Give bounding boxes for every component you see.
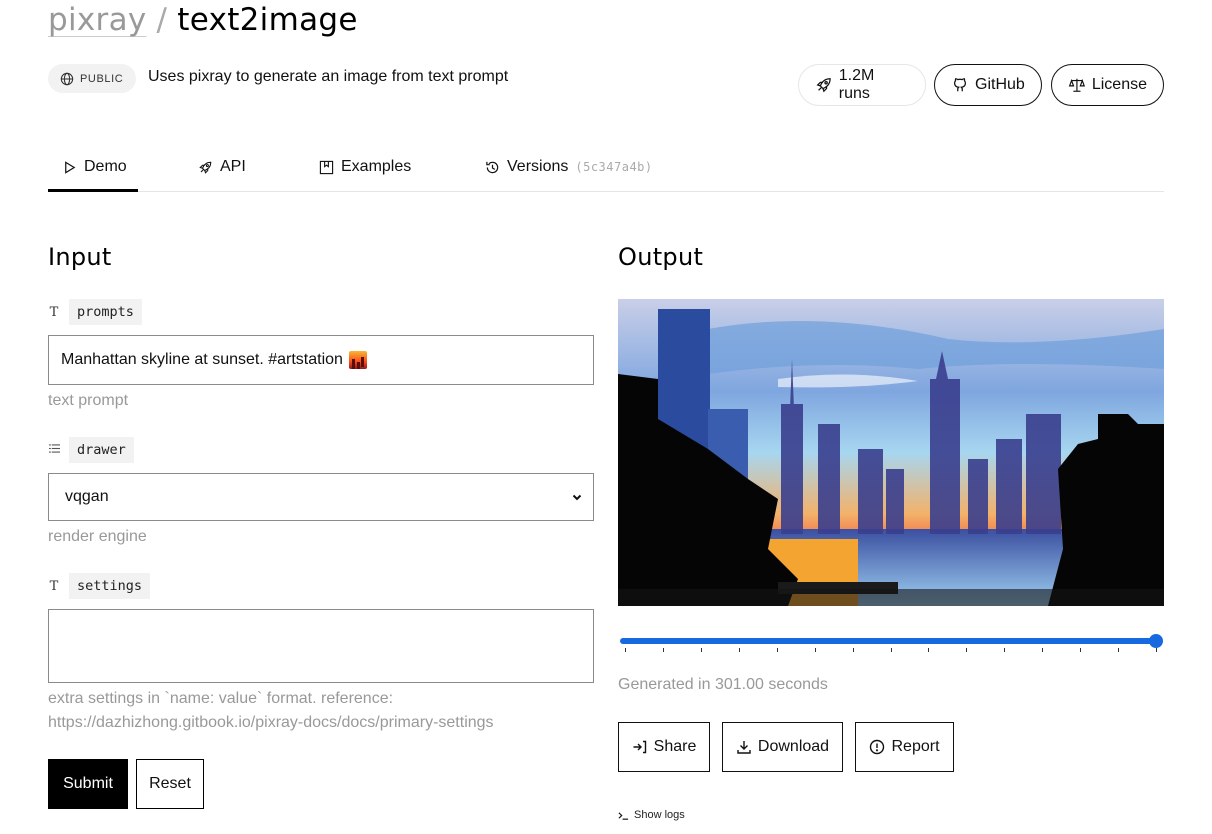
slider-tick — [662, 648, 664, 652]
prompts-name: prompts — [69, 299, 142, 325]
page: pixray / text2image PUBLIC Uses pixray to … — [0, 0, 1212, 834]
tab-examples[interactable]: Examples — [319, 156, 411, 178]
download-icon — [737, 741, 751, 754]
history-icon — [486, 161, 499, 173]
progress-slider[interactable] — [618, 634, 1164, 658]
report-button[interactable]: Report — [855, 722, 954, 772]
github-button[interactable]: GitHub — [934, 64, 1042, 106]
tab-demo[interactable]: Demo — [62, 156, 127, 178]
submit-button[interactable]: Submit — [48, 759, 128, 809]
alert-circle-icon — [870, 739, 885, 755]
github-icon — [953, 78, 967, 92]
runs-label: 1.2M runs — [838, 67, 875, 102]
text-type-icon: T — [49, 578, 59, 594]
active-tab-indicator — [48, 189, 138, 192]
globe-icon — [60, 72, 74, 85]
slider-tick — [700, 648, 702, 652]
owner-link[interactable]: pixray — [48, 2, 147, 38]
play-icon — [65, 160, 76, 174]
output-heading: Output — [618, 243, 704, 271]
city-sunset-emoji — [348, 351, 367, 369]
slider-tick — [966, 648, 968, 652]
drawer-hint: render engine — [48, 528, 147, 545]
slider-tick — [1004, 648, 1006, 652]
report-label: Report — [891, 738, 940, 755]
bookmark-icon — [319, 160, 334, 174]
tab-versions-label: Versions — [507, 158, 569, 175]
github-label: GitHub — [975, 76, 1025, 93]
tab-api[interactable]: API — [198, 156, 246, 178]
slider-tick — [1156, 648, 1157, 652]
slider-tick — [814, 648, 816, 652]
settings-hint: extra settings in `name: value` format. … — [48, 687, 494, 735]
tab-demo-label: Demo — [84, 158, 127, 175]
show-logs-label: Show logs — [634, 809, 685, 821]
model-name: text2image — [177, 2, 358, 38]
prompts-label: T prompts — [48, 299, 142, 325]
terminal-icon — [618, 811, 629, 820]
tab-examples-label: Examples — [341, 158, 412, 175]
list-icon — [48, 443, 60, 458]
slider-tick — [1118, 648, 1120, 652]
slider-tick — [1080, 648, 1082, 652]
share-button[interactable]: Share — [618, 722, 710, 772]
drawer-name: drawer — [69, 437, 134, 463]
show-logs-toggle[interactable]: Show logs — [618, 809, 685, 821]
settings-hint-line1: extra settings in `name: value` format. … — [48, 690, 394, 707]
runs-count-button[interactable]: 1.2M runs — [798, 64, 926, 106]
slider-tick — [738, 648, 740, 652]
slider-track — [620, 638, 1156, 644]
drawer-select[interactable]: vqgan — [48, 473, 594, 521]
license-button[interactable]: License — [1051, 64, 1164, 106]
drawer-selected-value: vqgan — [65, 488, 109, 505]
generation-time: Generated in 301.00 seconds — [618, 676, 828, 693]
license-label: License — [1091, 76, 1147, 93]
share-icon — [633, 740, 646, 754]
settings-hint-link[interactable]: https://dazhizhong.gitbook.io/pixray-doc… — [48, 711, 494, 735]
text-type-icon: T — [49, 304, 59, 320]
slider-tick — [776, 648, 778, 652]
title-separator: / — [156, 2, 168, 38]
download-button[interactable]: Download — [722, 722, 843, 772]
tab-api-label: API — [220, 158, 246, 175]
slider-tick — [625, 648, 626, 652]
share-label: Share — [653, 738, 697, 755]
slider-tick — [852, 648, 854, 652]
drawer-label: drawer — [48, 437, 134, 463]
scale-icon — [1068, 78, 1086, 92]
visibility-badge: PUBLIC — [48, 64, 137, 93]
slider-tick — [928, 648, 930, 652]
visibility-label: PUBLIC — [80, 72, 124, 85]
slider-thumb[interactable] — [1149, 634, 1163, 648]
tab-bar: Demo API Examples Versions (5c347a4b) — [48, 146, 1164, 192]
version-hash: (5c347a4b) — [575, 160, 653, 174]
settings-label: T settings — [48, 573, 151, 599]
slider-tick — [1042, 648, 1044, 652]
prompts-input[interactable]: Manhattan skyline at sunset. #artstation — [48, 335, 594, 385]
settings-textarea[interactable] — [48, 609, 594, 683]
prompts-hint: text prompt — [48, 392, 129, 409]
rocket-icon — [816, 78, 831, 93]
input-heading: Input — [48, 243, 112, 271]
tab-versions[interactable]: Versions (5c347a4b) — [485, 156, 653, 178]
reset-button[interactable]: Reset — [136, 759, 204, 809]
chevron-down-icon — [572, 494, 582, 501]
settings-name: settings — [69, 573, 151, 599]
page-title: pixray / text2image — [48, 2, 358, 38]
prompts-value: Manhattan skyline at sunset. #artstation — [61, 351, 343, 368]
rocket-icon — [199, 161, 212, 174]
slider-tick — [890, 648, 892, 652]
download-label: Download — [757, 738, 830, 755]
output-image — [618, 299, 1164, 606]
model-description: Uses pixray to generate an image from te… — [148, 68, 509, 85]
